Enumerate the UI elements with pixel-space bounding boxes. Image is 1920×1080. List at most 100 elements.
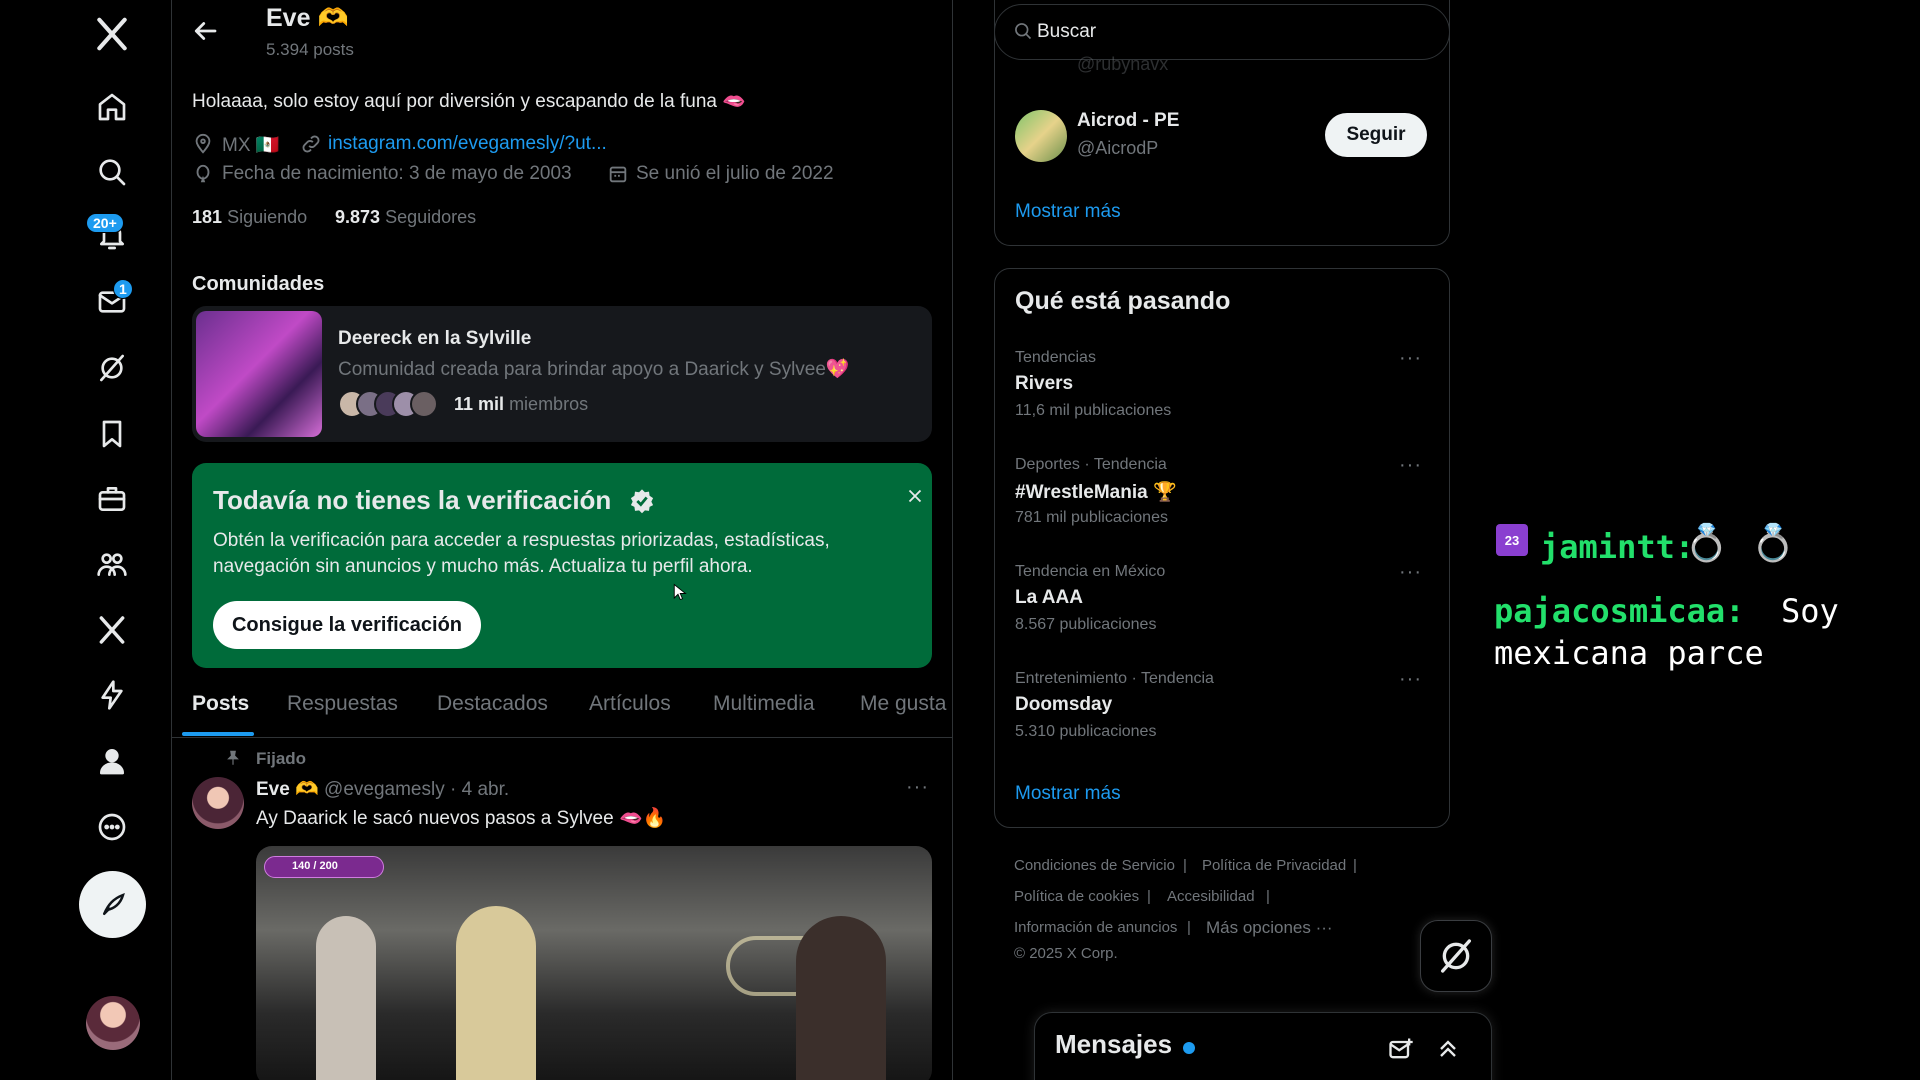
verification-promo: Todavía no tienes la verificación Obtén … bbox=[192, 463, 932, 668]
member-avatar bbox=[410, 390, 438, 418]
community-card[interactable]: Deereck en la Sylville Comunidad creada … bbox=[192, 306, 932, 442]
show-more-trends-link[interactable]: Mostrar más bbox=[1015, 783, 1121, 805]
verification-body-line1: Obtén la verificación para acceder a res… bbox=[213, 530, 830, 551]
trend-context: Entretenimiento · Tendencia bbox=[1015, 670, 1214, 687]
jobs-icon[interactable] bbox=[88, 475, 136, 523]
bookmark-icon[interactable] bbox=[88, 410, 136, 458]
profile-header-name: Eve bbox=[266, 4, 311, 32]
profile-header-emoji: 🫶 bbox=[317, 4, 349, 32]
trend-item[interactable]: Tendencias Rivers 11,6 mil publicaciones… bbox=[995, 345, 1451, 449]
get-verified-button[interactable]: Consigue la verificación bbox=[213, 601, 481, 649]
messages-dock[interactable]: Mensajes bbox=[1034, 1012, 1492, 1080]
followers-link[interactable]: 9.873 Seguidores bbox=[335, 207, 476, 228]
balloon-icon bbox=[192, 163, 214, 185]
ads-info-link[interactable]: Información de anuncios bbox=[1014, 919, 1177, 936]
following-link[interactable]: 181 Siguiendo bbox=[192, 207, 307, 228]
tab-posts[interactable]: Posts bbox=[192, 692, 249, 716]
verified-orgs-icon[interactable] bbox=[88, 671, 136, 719]
left-nav: 20+ 1 bbox=[0, 0, 172, 1080]
followers-count: 9.873 bbox=[335, 207, 381, 227]
profile-icon[interactable] bbox=[88, 737, 136, 785]
more-options-link[interactable]: Más opciones ··· bbox=[1206, 918, 1333, 938]
chat-message: mexicana parce bbox=[1494, 634, 1764, 672]
privacy-link[interactable]: Política de Privacidad bbox=[1202, 857, 1346, 874]
notifications-badge: 20+ bbox=[86, 213, 124, 233]
tab-articles[interactable]: Artículos bbox=[589, 692, 671, 716]
footer-separator: | bbox=[1183, 857, 1187, 874]
trend-title: La AAA bbox=[1015, 587, 1083, 608]
home-icon[interactable] bbox=[88, 83, 136, 131]
stream-progress-text: 140 / 200 bbox=[292, 860, 338, 872]
compose-post-button[interactable] bbox=[79, 871, 146, 938]
profile-joined: Se unió el julio de 2022 bbox=[636, 163, 834, 184]
trend-title: Doomsday bbox=[1015, 694, 1113, 715]
premium-x-icon[interactable] bbox=[88, 606, 136, 654]
trend-more-icon[interactable]: ··· bbox=[1399, 347, 1422, 370]
dancer-figure bbox=[456, 906, 536, 1080]
feather-icon bbox=[102, 892, 125, 915]
messages-title: Mensajes bbox=[1055, 1029, 1173, 1059]
collapse-chevron-icon[interactable] bbox=[1434, 1035, 1462, 1063]
trend-more-icon[interactable]: ··· bbox=[1399, 668, 1422, 691]
link-icon bbox=[300, 133, 322, 155]
follow-button[interactable]: Seguir bbox=[1325, 113, 1427, 157]
chat-username: pajacosmicaa: bbox=[1494, 592, 1745, 630]
trend-item[interactable]: Deportes · Tendencia #WrestleMania 🏆 781… bbox=[995, 452, 1451, 556]
account-handle[interactable]: @AicrodP bbox=[1077, 138, 1158, 159]
post-video[interactable]: 140 / 200 bbox=[256, 846, 932, 1080]
tab-replies[interactable]: Respuestas bbox=[287, 692, 398, 716]
trend-item[interactable]: Tendencia en México La AAA 8.567 publica… bbox=[995, 559, 1451, 663]
cookies-link[interactable]: Política de cookies bbox=[1014, 888, 1139, 905]
community-thumbnail bbox=[196, 311, 322, 437]
profile-tabs: Posts Respuestas Destacados Artículos Mu… bbox=[172, 676, 952, 738]
post-author-handle[interactable]: @evegamesly bbox=[324, 779, 445, 800]
back-arrow-icon[interactable] bbox=[190, 16, 224, 50]
post-more-icon[interactable]: ··· bbox=[906, 776, 929, 799]
account-avatar[interactable] bbox=[86, 996, 140, 1050]
trend-count: 8.567 publicaciones bbox=[1015, 616, 1157, 633]
post-author-avatar[interactable] bbox=[192, 777, 244, 829]
calendar-icon bbox=[607, 163, 629, 185]
profile-location: MX 🇲🇽 bbox=[222, 135, 280, 156]
show-more-accounts-link[interactable]: Mostrar más bbox=[1015, 201, 1121, 223]
post-author-emoji: 🫶 bbox=[295, 779, 319, 800]
post-author-name[interactable]: Eve bbox=[256, 779, 290, 800]
unread-dot bbox=[1183, 1042, 1195, 1054]
pin-icon bbox=[224, 749, 242, 767]
post-text: Ay Daarick le sacó nuevos pasos a Sylvee… bbox=[256, 808, 667, 829]
profile-website-link[interactable]: instagram.com/evegamesly/?ut... bbox=[328, 133, 607, 155]
post-date[interactable]: · 4 abr. bbox=[450, 779, 509, 800]
close-icon[interactable] bbox=[904, 485, 930, 511]
trend-count: 11,6 mil publicaciones bbox=[1015, 402, 1172, 419]
grok-icon[interactable] bbox=[88, 344, 136, 392]
who-to-follow-panel: @rubynavx Aicrod - PE @AicrodP Seguir Mo… bbox=[994, 0, 1450, 246]
new-message-icon[interactable] bbox=[1387, 1035, 1415, 1063]
followers-label: Seguidores bbox=[385, 207, 477, 227]
terms-link[interactable]: Condiciones de Servicio bbox=[1014, 857, 1175, 874]
trend-more-icon[interactable]: ··· bbox=[1399, 561, 1422, 584]
profile-bio: Holaaaa, solo estoy aquí por diversión y… bbox=[192, 91, 746, 112]
x-logo-icon[interactable] bbox=[88, 10, 136, 58]
more-options-icon[interactable] bbox=[88, 803, 136, 851]
trend-item[interactable]: Entretenimiento · Tendencia Doomsday 5.3… bbox=[995, 666, 1451, 770]
communities-icon[interactable] bbox=[88, 540, 136, 588]
grok-floating-button[interactable] bbox=[1420, 920, 1492, 992]
community-name: Deereck en la Sylville bbox=[338, 328, 532, 349]
account-avatar[interactable] bbox=[1015, 110, 1067, 162]
search-icon[interactable] bbox=[88, 148, 136, 196]
active-tab-indicator bbox=[182, 732, 254, 736]
location-icon bbox=[192, 133, 214, 155]
tab-likes[interactable]: Me gusta bbox=[860, 692, 946, 716]
accessibility-link[interactable]: Accesibilidad bbox=[1167, 888, 1255, 905]
messages-badge: 1 bbox=[113, 279, 133, 299]
verification-title: Todavía no tienes la verificación bbox=[213, 485, 612, 515]
tab-highlights[interactable]: Destacados bbox=[437, 692, 548, 716]
account-name[interactable]: Aicrod - PE bbox=[1077, 110, 1179, 132]
prev-account-handle: @rubynavx bbox=[1077, 54, 1169, 74]
subscriber-badge-icon: 23 bbox=[1496, 524, 1528, 556]
trend-context: Tendencia en México bbox=[1015, 563, 1166, 580]
trend-more-icon[interactable]: ··· bbox=[1399, 454, 1422, 477]
tab-media[interactable]: Multimedia bbox=[713, 692, 815, 716]
mouse-cursor-icon bbox=[672, 580, 690, 604]
grok-icon bbox=[1441, 939, 1471, 973]
